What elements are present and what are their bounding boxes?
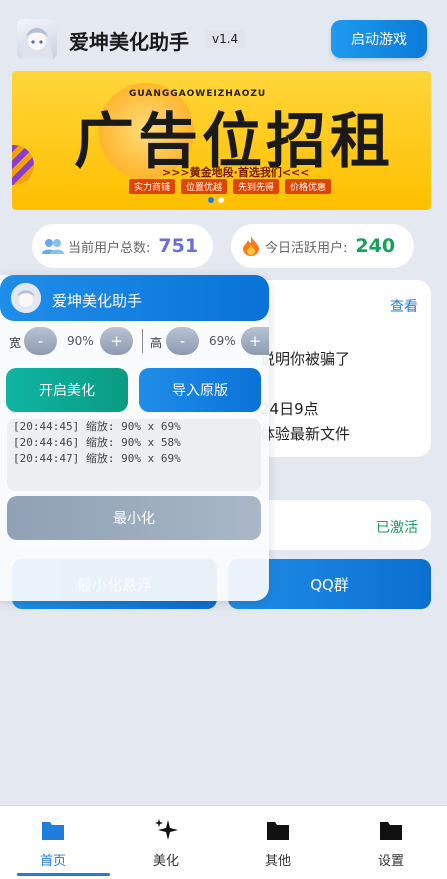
total-users-label: 当前用户总数: — [68, 240, 151, 256]
nav-label: 设置 — [377, 854, 404, 869]
start-game-button[interactable]: 启动游戏 — [331, 20, 427, 58]
total-users-value: 751 — [158, 235, 199, 257]
notice-line: 说明你被骗了 — [260, 350, 351, 368]
height-value: 69% — [209, 334, 236, 348]
fire-icon — [243, 236, 259, 256]
ad-banner[interactable]: GUANGGAOWEIZHAOZU 广告位招租 >>>黄金地段·首选我们<<< … — [12, 71, 431, 210]
width-decrease-button[interactable]: - — [24, 327, 57, 355]
nav-label: 美化 — [152, 854, 179, 869]
app-avatar — [17, 19, 57, 59]
nav-item-other[interactable]: 其他 — [248, 818, 308, 869]
nav-label: 其他 — [264, 854, 291, 869]
nav-item-beautify[interactable]: 美化 — [136, 818, 196, 869]
banner-tags: 实力商铺 位置优越 先到先得 价格优惠 — [129, 179, 332, 194]
sparkle-icon — [155, 819, 178, 840]
nav-item-home[interactable]: 首页 — [23, 818, 83, 869]
height-decrease-button[interactable]: - — [166, 327, 199, 355]
divider — [142, 329, 143, 353]
users-icon — [42, 239, 64, 254]
notice-view-link[interactable]: 查看 — [390, 296, 418, 316]
panel-avatar — [11, 283, 41, 313]
banner-tag: 价格优惠 — [285, 179, 332, 194]
banner-pagination — [208, 197, 224, 203]
enable-beautify-button[interactable]: 开启美化 — [6, 368, 128, 412]
version-badge: v1.4 — [205, 30, 246, 48]
nav-label: 首页 — [39, 854, 66, 869]
log-line: [20:44:45] 缩放: 90% x 69% — [13, 420, 181, 433]
folder-icon — [42, 822, 64, 840]
banner-tag: 位置优越 — [181, 179, 228, 194]
pagination-dot[interactable] — [218, 197, 224, 203]
width-increase-button[interactable]: + — [100, 327, 133, 355]
width-value: 90% — [67, 334, 94, 348]
height-label: 高 — [150, 336, 163, 350]
app-title: 爱坤美化助手 — [69, 30, 189, 54]
banner-tag: 实力商铺 — [129, 179, 176, 194]
total-users-stat: 当前用户总数: 751 — [32, 224, 213, 268]
notice-line: 体验最新文件 — [260, 425, 351, 443]
banner-tag: 先到先得 — [233, 179, 280, 194]
log-line: [20:44:47] 缩放: 90% x 69% — [13, 452, 181, 465]
active-users-value: 240 — [355, 235, 396, 257]
banner-slogan: >>>黄金地段·首选我们<<< — [162, 166, 310, 179]
import-original-button[interactable]: 导入原版 — [139, 368, 261, 412]
log-output[interactable]: [20:44:45] 缩放: 90% x 69% [20:44:46] 缩放: … — [7, 419, 261, 491]
nav-active-indicator — [17, 873, 110, 876]
log-line: [20:44:46] 缩放: 90% x 58% — [13, 436, 181, 449]
active-users-stat: 今日活跃用户: 240 — [231, 224, 414, 268]
height-increase-button[interactable]: + — [241, 327, 269, 355]
folder-icon — [267, 822, 289, 840]
active-users-label: 今日活跃用户: — [265, 240, 348, 256]
pagination-dot-active[interactable] — [208, 197, 214, 203]
nav-item-settings[interactable]: 设置 — [361, 818, 421, 869]
width-label: 宽 — [9, 336, 22, 350]
panel-title: 爱坤美化助手 — [52, 292, 143, 310]
minimize-button[interactable]: 最小化 — [7, 496, 261, 540]
license-status: 已激活 — [376, 520, 418, 536]
folder-icon — [380, 822, 402, 840]
